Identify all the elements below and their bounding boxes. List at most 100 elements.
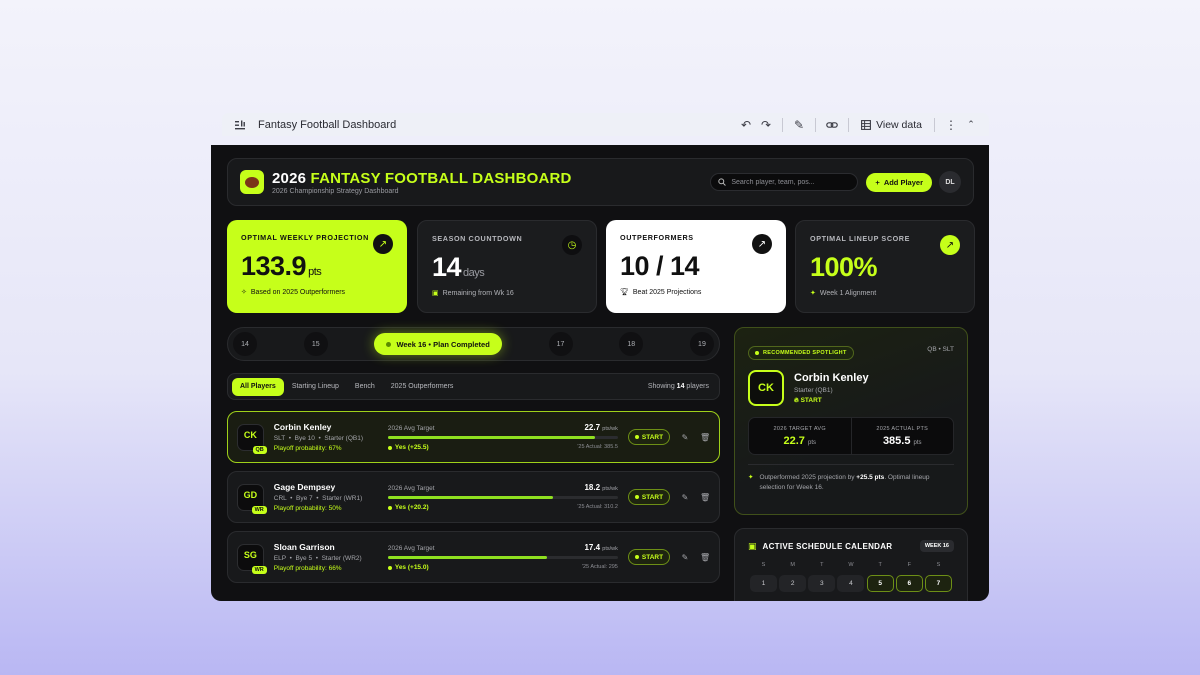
user-avatar[interactable]: DL bbox=[939, 171, 961, 193]
start-button[interactable]: START bbox=[627, 489, 671, 505]
start-button[interactable]: START bbox=[627, 549, 671, 565]
trash-icon[interactable]: 🗑︎ bbox=[700, 493, 710, 502]
player-avatar: SG WR bbox=[237, 543, 267, 574]
target-value: 17.4 pts/wk bbox=[584, 543, 618, 552]
stat-label: 2026 TARGET AVG bbox=[773, 425, 826, 432]
position-badge: QB bbox=[252, 445, 267, 454]
title-main: FANTASY FOOTBALL DASHBOARD bbox=[310, 169, 572, 187]
week-16-active-button[interactable]: Week 16 • Plan Completed bbox=[374, 333, 502, 355]
calendar-day[interactable]: 5 bbox=[866, 575, 894, 592]
kpi-weekly-projection[interactable]: OPTIMAL WEEKLY PROJECTION ↗ 133.9 pts ✧ Ba… bbox=[227, 220, 407, 313]
plus-icon: + bbox=[875, 177, 880, 187]
tab-all-players[interactable]: All Players bbox=[232, 377, 284, 396]
status-dot-icon bbox=[386, 341, 392, 347]
search-icon bbox=[718, 178, 727, 186]
kpi-value: 10 / 14 bbox=[620, 251, 700, 281]
target-progress-fill bbox=[387, 496, 554, 499]
chart-toolbar: Fantasy Football Dashboard ↶ ↷ ✎ View da… bbox=[222, 113, 989, 136]
add-player-button[interactable]: + Add Player bbox=[866, 172, 932, 192]
trash-icon[interactable]: 🗑︎ bbox=[700, 433, 710, 442]
player-meta: SLT • Bye 10 • Starter (QB1) bbox=[273, 435, 364, 442]
week-15-button[interactable]: 15 bbox=[303, 332, 328, 356]
player-row[interactable]: SG WR Sloan Garrison ELP • Bye 5 • Starte… bbox=[227, 531, 720, 583]
calendar-day[interactable]: 2 bbox=[779, 575, 807, 592]
target-progress-bar bbox=[387, 436, 618, 439]
edit-icon[interactable]: ✎ bbox=[680, 553, 690, 562]
calendar-weekdays: SMTWTFS bbox=[748, 562, 954, 568]
calendar-day[interactable]: 4 bbox=[837, 575, 865, 592]
arrow-up-right-icon[interactable]: ↗ bbox=[940, 235, 960, 255]
page-title: 2026 FANTASY FOOTBALL DASHBOARD bbox=[272, 170, 572, 187]
target-progress-bar bbox=[387, 496, 618, 499]
edit-icon[interactable]: ✎ bbox=[789, 115, 809, 135]
start-button[interactable]: START bbox=[627, 429, 671, 445]
clock-icon: ◷ bbox=[562, 235, 582, 255]
week-selector: 14 15 Week 16 • Plan Completed 17 18 19 bbox=[227, 327, 720, 361]
week-18-button[interactable]: 18 bbox=[619, 332, 644, 356]
chart-settings-icon[interactable] bbox=[230, 115, 250, 135]
calendar-week-badge: WEEK 16 bbox=[919, 540, 954, 552]
playoff-probability: Playoff probability: 50% bbox=[273, 505, 342, 512]
tab-starting-lineup[interactable]: Starting Lineup bbox=[284, 378, 347, 396]
page-subtitle: 2026 Championship Strategy Dashboard bbox=[272, 187, 399, 195]
view-data-label: View data bbox=[876, 118, 922, 131]
search-box[interactable] bbox=[710, 173, 859, 191]
collapse-icon[interactable]: ⌃ bbox=[961, 115, 981, 135]
spotlight-stats: 2026 TARGET AVG 22.7 pts 2025 ACTUAL PTS… bbox=[748, 417, 954, 455]
tab-2025-outperformers[interactable]: 2025 Outperformers bbox=[383, 378, 462, 396]
edit-icon[interactable]: ✎ bbox=[680, 433, 690, 442]
kpi-note: 🏆︎ Beat 2025 Projections bbox=[620, 288, 702, 297]
actual-points: '25 Actual: 310.2 bbox=[577, 504, 618, 510]
week-17-button[interactable]: 17 bbox=[548, 332, 573, 356]
player-avatar: GD WR bbox=[237, 483, 267, 514]
arrow-up-right-icon[interactable]: ↗ bbox=[373, 234, 393, 254]
arrow-up-right-icon[interactable]: ↗ bbox=[752, 234, 772, 254]
kpi-value: 14 days bbox=[432, 252, 485, 282]
target-label: 2026 Avg Target bbox=[387, 545, 435, 552]
redo-icon[interactable]: ↷ bbox=[756, 115, 776, 135]
target-block: 2026 Avg Target 17.4 pts/wk Yes (+15.0) '2… bbox=[387, 543, 618, 571]
sparkle-icon: ✧ bbox=[241, 289, 247, 296]
weekday-label: F bbox=[907, 562, 911, 568]
undo-icon[interactable]: ↶ bbox=[736, 115, 756, 135]
view-data-button[interactable]: View data bbox=[855, 119, 928, 131]
tab-bench[interactable]: Bench bbox=[347, 378, 383, 396]
spotlight-start: 🔥︎ START bbox=[794, 396, 822, 404]
kpi-value: 100% bbox=[810, 252, 878, 282]
outperformed-flag: Yes (+25.5) bbox=[387, 444, 429, 451]
weekday-label: T bbox=[878, 562, 882, 568]
edit-icon[interactable]: ✎ bbox=[680, 493, 690, 502]
calendar-day[interactable]: 7 bbox=[924, 575, 952, 592]
player-row[interactable]: CK QB Corbin Kenley SLT • Bye 10 • Starte… bbox=[227, 411, 720, 463]
calendar-day[interactable]: 3 bbox=[808, 575, 836, 592]
player-row[interactable]: GD WR Gage Dempsey CRL • Bye 7 • Starter … bbox=[227, 471, 720, 523]
kpi-lineup-score[interactable]: OPTIMAL LINEUP SCORE ↗ 100% ✦ Week 1 Alig… bbox=[795, 220, 975, 313]
spotlight-badge: RECOMMENDED SPOTLIGHT bbox=[748, 346, 854, 360]
more-options-icon[interactable]: ⋮ bbox=[941, 115, 961, 135]
kpi-value: 133.9 pts bbox=[241, 251, 322, 281]
target-progress-fill bbox=[387, 556, 547, 559]
actual-points: '25 Actual: 295 bbox=[581, 564, 618, 570]
kpi-label: OPTIMAL LINEUP SCORE bbox=[810, 234, 910, 243]
kpi-label: OUTPERFORMERS bbox=[620, 233, 694, 242]
kpi-season-countdown[interactable]: SEASON COUNTDOWN ◷ 14 days ▣ Remaining fro… bbox=[417, 220, 597, 313]
trash-icon[interactable]: 🗑︎ bbox=[700, 553, 710, 562]
weekday-label: S bbox=[936, 562, 941, 568]
target-block: 2026 Avg Target 18.2 pts/wk Yes (+20.2) '2… bbox=[387, 483, 618, 511]
kpi-outperformers[interactable]: OUTPERFORMERS ↗ 10 / 14 🏆︎ Beat 2025 Proj… bbox=[606, 220, 786, 313]
link-icon[interactable] bbox=[822, 115, 842, 135]
sparkle-icon: ✦ bbox=[810, 290, 816, 297]
playoff-probability: Playoff probability: 67% bbox=[273, 445, 342, 452]
calendar-icon: ▣ bbox=[432, 290, 439, 297]
schedule-calendar: ▣ ACTIVE SCHEDULE CALENDAR WEEK 16 S M T W T… bbox=[734, 528, 968, 601]
spotlight-position: QB • SLT bbox=[927, 346, 954, 353]
week-14-button[interactable]: 14 bbox=[233, 332, 257, 356]
player-name: Corbin Kenley bbox=[273, 422, 332, 432]
target-label: 2026 Avg Target bbox=[387, 485, 435, 492]
week-19-button[interactable]: 19 bbox=[689, 332, 714, 356]
calendar-day[interactable]: 6 bbox=[895, 575, 923, 592]
calendar-day[interactable]: 1 bbox=[750, 575, 777, 592]
search-input[interactable] bbox=[731, 178, 851, 186]
target-value: 22.7 pts/wk bbox=[584, 423, 618, 432]
trophy-icon: 🏆︎ bbox=[620, 289, 629, 296]
